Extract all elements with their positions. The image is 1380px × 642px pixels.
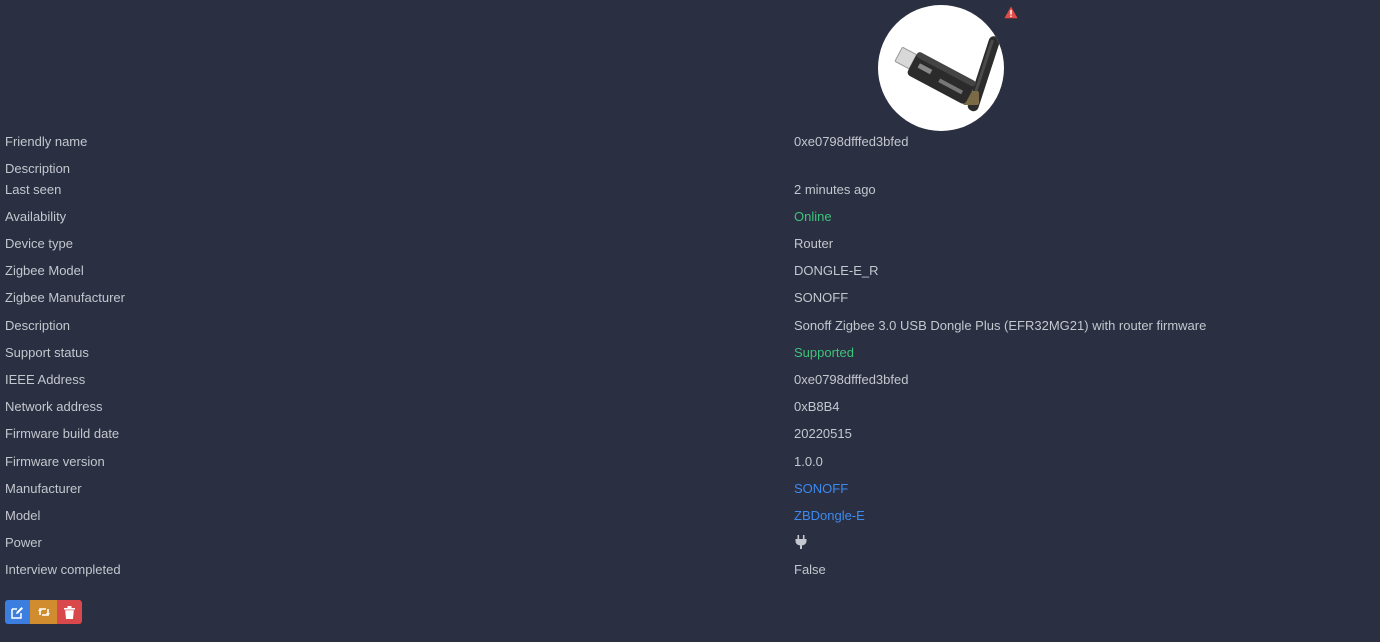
row-label: Zigbee Manufacturer xyxy=(5,290,125,306)
row-firmware-build-date: Firmware build date 20220515 xyxy=(0,420,1380,447)
row-label: Friendly name xyxy=(5,134,88,149)
zigbee-manufacturer-value: SONOFF xyxy=(794,290,849,306)
refresh-icon xyxy=(37,608,50,616)
row-friendly-name: Friendly name 0xe0798dfffed3bfed xyxy=(0,128,1380,155)
row-model-description: Description Sonoff Zigbee 3.0 USB Dongle… xyxy=(0,312,1380,339)
row-label: Last seen xyxy=(5,181,62,197)
interview-completed-value: False xyxy=(794,562,826,578)
model-link[interactable]: ZBDongle-E xyxy=(794,508,865,523)
reconfigure-button[interactable] xyxy=(30,600,57,624)
row-label: Zigbee Model xyxy=(5,263,84,279)
row-label: Device type xyxy=(5,236,73,252)
friendly-name-value: 0xe0798dfffed3bfed xyxy=(794,134,909,149)
delete-button[interactable] xyxy=(57,600,82,624)
firmware-build-date-value: 20220515 xyxy=(794,426,852,442)
rename-button[interactable] xyxy=(5,600,30,624)
plug-icon xyxy=(795,535,807,550)
zigbee-model-value: DONGLE-E_R xyxy=(794,263,879,279)
row-label: Model xyxy=(5,507,41,523)
row-label: IEEE Address xyxy=(5,372,86,387)
firmware-version-value: 1.0.0 xyxy=(794,453,823,469)
row-label: Interview completed xyxy=(5,562,121,578)
row-zigbee-manufacturer: Zigbee Manufacturer SONOFF xyxy=(0,284,1380,311)
trash-icon xyxy=(64,605,75,619)
device-info-table: Friendly name 0xe0798dfffed3bfed Descrip… xyxy=(0,128,1380,584)
row-ieee-address: IEEE Address 0xe0798dfffed3bfed xyxy=(0,366,1380,393)
row-label: Firmware version xyxy=(5,453,105,469)
row-label: Description xyxy=(5,161,71,177)
ieee-address-value: 0xe0798dfffed3bfed xyxy=(794,372,909,387)
row-label: Firmware build date xyxy=(5,426,120,442)
row-label: Support status xyxy=(5,344,89,360)
device-image xyxy=(878,5,1004,131)
device-actions xyxy=(5,600,82,624)
row-network-address: Network address 0xB8B4 xyxy=(0,393,1380,420)
model-description-value: Sonoff Zigbee 3.0 USB Dongle Plus (EFR32… xyxy=(794,317,1207,333)
row-label: Description xyxy=(5,317,71,333)
row-label: Power xyxy=(5,535,42,551)
row-zigbee-model: Zigbee Model DONGLE-E_R xyxy=(0,257,1380,284)
row-availability: Availability Online xyxy=(0,203,1380,230)
edit-icon xyxy=(11,606,23,619)
availability-value: Online xyxy=(794,208,832,224)
row-interview-completed: Interview completed False xyxy=(0,556,1380,583)
row-manufacturer: Manufacturer SONOFF xyxy=(0,475,1380,502)
row-support-status: Support status Supported xyxy=(0,339,1380,366)
row-firmware-version: Firmware version 1.0.0 xyxy=(0,448,1380,475)
row-label: Network address xyxy=(5,399,103,415)
network-address-value: 0xB8B4 xyxy=(794,399,840,415)
row-last-seen: Last seen 2 minutes ago xyxy=(0,176,1380,203)
support-status-value: Supported xyxy=(794,344,854,360)
row-power: Power xyxy=(0,529,1380,556)
usb-dongle-image xyxy=(894,36,1000,112)
row-model: Model ZBDongle-E xyxy=(0,502,1380,529)
device-type-value: Router xyxy=(794,236,834,252)
row-label: Manufacturer xyxy=(5,480,82,496)
last-seen-value: 2 minutes ago xyxy=(794,181,876,197)
row-description: Description xyxy=(0,155,1380,176)
warning-icon[interactable] xyxy=(1004,6,1018,19)
manufacturer-link[interactable]: SONOFF xyxy=(794,481,848,496)
row-device-type: Device type Router xyxy=(0,230,1380,257)
row-label: Availability xyxy=(5,208,67,224)
